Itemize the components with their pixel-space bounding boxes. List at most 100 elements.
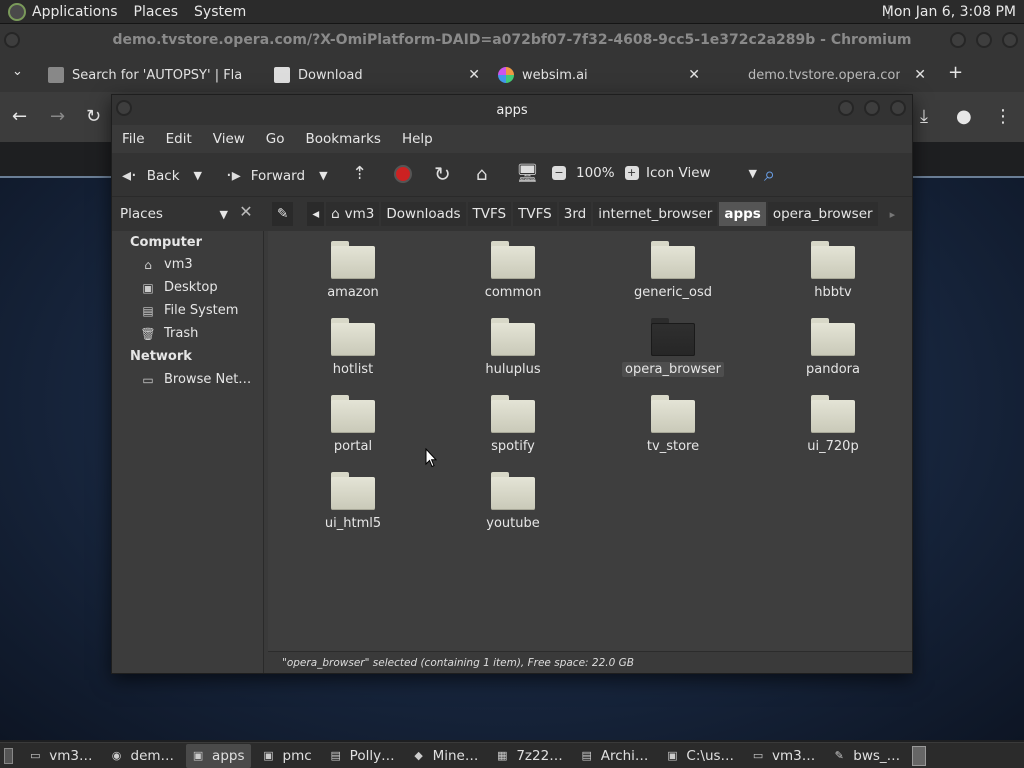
folder-item[interactable]: generic_osd: [603, 241, 743, 315]
folder-item[interactable]: huluplus: [443, 318, 583, 392]
taskbar-item[interactable]: ▣ pmc: [257, 744, 318, 768]
sidebar-item-file-system[interactable]: ▤ File System: [140, 303, 238, 318]
new-tab-plus-icon[interactable]: +: [948, 62, 963, 83]
back-button[interactable]: ◂· Back ▼: [122, 165, 202, 186]
taskbar-item[interactable]: ▤ Polly…: [324, 744, 401, 768]
sidebar-item-vm3[interactable]: ⌂ vm3: [140, 257, 192, 272]
edit-location-icon[interactable]: ✎: [272, 202, 294, 226]
crumb-apps[interactable]: apps: [719, 202, 766, 226]
stop-icon[interactable]: [394, 165, 412, 183]
taskbar-item[interactable]: ◆ Mine…: [407, 744, 485, 768]
fm-close-button[interactable]: [890, 100, 906, 116]
home-folder-icon[interactable]: ⌂: [476, 164, 487, 185]
folder-item[interactable]: spotify: [443, 395, 583, 469]
folder-item[interactable]: ui_720p: [763, 395, 903, 469]
places-menu[interactable]: Places: [134, 4, 179, 20]
menu-edit[interactable]: Edit: [166, 131, 192, 147]
tab-tvstore[interactable]: demo.tvstore.opera.com/? ✕: [748, 60, 926, 90]
download-icon[interactable]: ⤓: [920, 106, 928, 127]
folder-item[interactable]: common: [443, 241, 583, 315]
crumb-3rd[interactable]: 3rd: [558, 202, 592, 226]
zoom-level: 100%: [576, 165, 615, 181]
folder-item[interactable]: hotlist: [283, 318, 423, 392]
network-icon: ▭: [142, 372, 154, 387]
icon-view[interactable]: amazon common generic_osd hbbtv hotlist hulup…: [268, 231, 912, 651]
computer-icon[interactable]: 🖥: [516, 163, 539, 184]
crumb-vm3[interactable]: ⌂ vm3: [326, 202, 380, 226]
crumb-tvfs-2[interactable]: TVFS: [513, 202, 557, 226]
taskbar-item[interactable]: ✎ bws_…: [827, 744, 906, 768]
menu-help[interactable]: Help: [402, 131, 433, 147]
taskbar-item[interactable]: ▤ Archi…: [575, 744, 655, 768]
applications-menu[interactable]: Applications: [32, 4, 118, 20]
taskbar-item[interactable]: ▭ vm3…: [23, 744, 98, 768]
tab-search-chevron-icon[interactable]: ⌄: [12, 64, 23, 79]
zoom-in-icon[interactable]: +: [624, 166, 639, 180]
fm-maximize-button[interactable]: [864, 100, 880, 116]
breadcrumb-left-arrow-icon[interactable]: ◂: [307, 202, 325, 226]
up-arrow-icon[interactable]: ⇡: [352, 163, 367, 184]
zoom-out-icon[interactable]: −: [552, 166, 566, 180]
view-mode-select[interactable]: Icon View ▼: [646, 165, 757, 181]
menu-view[interactable]: View: [213, 131, 245, 147]
taskbar-item[interactable]: ◉ dem…: [105, 744, 181, 768]
taskbar-item[interactable]: ▦ 7z22…: [490, 744, 568, 768]
window-menu-button[interactable]: [4, 32, 20, 48]
tab-search[interactable]: Search for 'AUTOPSY' | Fla: [48, 60, 252, 90]
menu-go[interactable]: Go: [266, 131, 285, 147]
back-history-chevron-icon[interactable]: ▼: [194, 169, 202, 182]
fm-minimize-button[interactable]: [838, 100, 854, 116]
folder-item[interactable]: youtube: [443, 472, 583, 546]
taskbar-item[interactable]: ▭ vm3…: [746, 744, 821, 768]
minimize-button[interactable]: [950, 32, 966, 48]
crumb-opera-browser[interactable]: opera_browser: [767, 202, 878, 226]
menu-file[interactable]: File: [122, 131, 145, 147]
fm-window-menu-button[interactable]: [116, 100, 132, 116]
folder-item[interactable]: amazon: [283, 241, 423, 315]
chromium-window-title: demo.tvstore.opera.com/?X-OmiPlatform-DA…: [112, 32, 912, 48]
tab-websim[interactable]: websim.ai ✕: [498, 60, 700, 90]
forward-button[interactable]: ·▸ Forward ▼: [226, 165, 328, 186]
system-menu[interactable]: System: [194, 4, 246, 20]
folder-item[interactable]: hbbtv: [763, 241, 903, 315]
breadcrumb-right-arrow-icon[interactable]: ▸: [890, 208, 896, 221]
distro-logo-icon[interactable]: [8, 2, 26, 21]
taskbar-item[interactable]: ▣ C:\us…: [660, 744, 740, 768]
tab-download[interactable]: Download ✕: [274, 60, 480, 90]
sidebar-item-desktop[interactable]: ▣ Desktop: [140, 280, 217, 295]
folder-item[interactable]: ui_html5: [283, 472, 423, 546]
crumb-downloads[interactable]: Downloads: [381, 202, 466, 226]
show-desktop-icon[interactable]: [4, 747, 14, 764]
sidebar-item-trash[interactable]: 🗑 Trash: [140, 326, 198, 341]
close-sidebar-icon[interactable]: ✕: [236, 202, 256, 224]
profile-icon[interactable]: ●: [956, 106, 972, 127]
tab-close-icon[interactable]: ✕: [914, 67, 926, 83]
zoom-control[interactable]: − 100% +: [552, 165, 639, 181]
folder-item[interactable]: tv_store: [603, 395, 743, 469]
reload-icon[interactable]: ↻: [434, 162, 451, 186]
crumb-internet-browser[interactable]: internet_browser: [593, 202, 718, 226]
folder-icon: [811, 318, 855, 356]
folder-item[interactable]: pandora: [763, 318, 903, 392]
forward-history-chevron-icon[interactable]: ▼: [319, 169, 327, 182]
panel-clock[interactable]: Mon Jan 6, 3:08 PM: [882, 4, 1016, 20]
search-icon[interactable]: ⌕: [764, 162, 775, 186]
view-mode-chevron-icon: ▼: [748, 166, 758, 180]
maximize-button[interactable]: [976, 32, 992, 48]
folder-item[interactable]: opera_browser: [603, 318, 743, 392]
favicon-icon: [48, 67, 64, 83]
menu-bookmarks[interactable]: Bookmarks: [306, 131, 381, 147]
forward-arrow-icon[interactable]: →: [50, 106, 65, 127]
folder-item[interactable]: portal: [283, 395, 423, 469]
tab-close-icon[interactable]: ✕: [688, 67, 700, 83]
reload-icon[interactable]: ↻: [86, 106, 101, 127]
menu-kebab-icon[interactable]: ⋮: [994, 106, 1012, 127]
sidebar-type-select[interactable]: Places ▼: [116, 203, 232, 225]
sidebar-item-browse-network[interactable]: ▭ Browse Net…: [140, 372, 251, 387]
close-window-button[interactable]: [1002, 32, 1018, 48]
back-arrow-icon[interactable]: ←: [12, 106, 27, 127]
tab-close-icon[interactable]: ✕: [468, 67, 480, 83]
taskbar-item[interactable]: ▣ apps: [186, 743, 251, 768]
crumb-tvfs-1[interactable]: TVFS: [467, 202, 512, 226]
workspace-switcher-icon[interactable]: [912, 745, 926, 766]
